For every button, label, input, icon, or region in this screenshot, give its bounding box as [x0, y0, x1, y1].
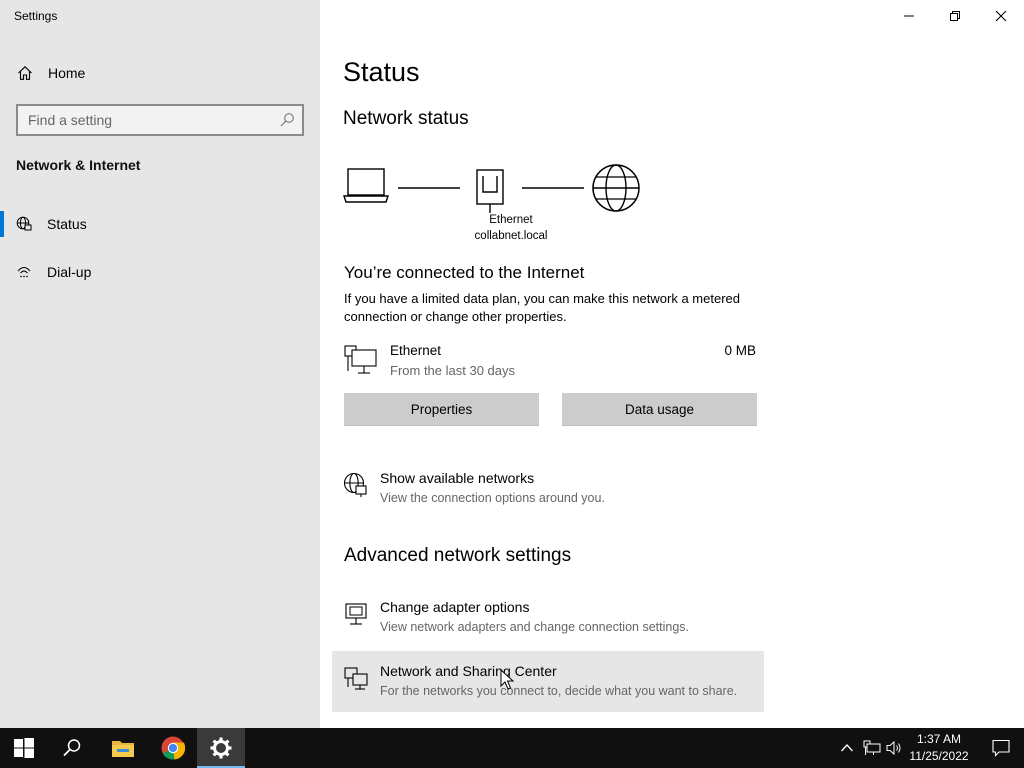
selected-indicator	[0, 211, 4, 237]
settings-gear-icon	[210, 737, 232, 759]
advanced-settings-heading: Advanced network settings	[344, 545, 572, 566]
link-title: Change adapter options	[380, 599, 530, 615]
section-title: Network & Internet	[16, 157, 141, 173]
network-status-heading: Network status	[343, 108, 469, 129]
sidebar-item-status[interactable]: Status	[0, 207, 320, 243]
start-button[interactable]	[0, 728, 48, 768]
dial-up-icon	[17, 267, 31, 278]
adapter-icon	[345, 603, 367, 625]
clock-time: 1:37 AM	[916, 732, 962, 746]
volume-tray-button[interactable]	[884, 728, 904, 768]
speaker-icon	[886, 740, 901, 756]
action-center-button[interactable]	[978, 728, 1024, 768]
chrome-icon	[161, 736, 185, 760]
show-available-networks-link[interactable]: Show available networks View the connect…	[332, 458, 764, 518]
network-diagram: Ethernet collabnet.local	[343, 158, 643, 248]
search-box[interactable]	[16, 104, 304, 136]
link-title: Network and Sharing Center	[380, 663, 557, 679]
network-tray-button[interactable]	[860, 728, 884, 768]
sidebar-item-label: Status	[47, 216, 87, 232]
link-subtitle: View network adapters and change connect…	[380, 620, 689, 634]
ethernet-usage-period: From the last 30 days	[390, 363, 515, 378]
data-usage-value: 0 MB	[724, 343, 756, 358]
clock-date: 11/25/2022	[909, 749, 969, 763]
file-explorer-button[interactable]	[98, 728, 146, 768]
ethernet-adapter-icon	[476, 169, 504, 213]
chrome-button[interactable]	[148, 728, 196, 768]
internet-globe-icon	[592, 164, 640, 212]
link-title: Show available networks	[380, 470, 535, 486]
clock[interactable]: 1:37 AM 11/25/2022	[902, 731, 976, 765]
sidebar-item-label: Dial-up	[47, 264, 92, 280]
data-usage-button[interactable]: Data usage	[562, 393, 757, 425]
search-input[interactable]	[18, 106, 268, 134]
change-adapter-options-link[interactable]: Change adapter options View network adap…	[332, 587, 764, 647]
network-sharing-center-link[interactable]: Network and Sharing Center For the netwo…	[332, 651, 764, 712]
main-content: Status Network status Ethernet collabnet…	[320, 0, 1024, 728]
file-explorer-icon	[112, 741, 134, 757]
domain-label: collabnet.local	[474, 230, 548, 242]
ethernet-name: Ethernet	[390, 343, 442, 358]
app-title: Settings	[14, 9, 58, 23]
sidebar-item-label: Home	[48, 65, 86, 81]
home-icon	[18, 66, 32, 80]
network-tray-icon	[863, 740, 881, 755]
sidebar-item-dial-up[interactable]: Dial-up	[0, 255, 320, 291]
settings-taskbar-button[interactable]	[197, 728, 245, 768]
sidebar-item-home[interactable]: Home	[0, 58, 320, 88]
link-subtitle: For the networks you connect to, decide …	[380, 684, 738, 698]
globe-network-icon	[16, 216, 32, 231]
show-hidden-icons-button[interactable]	[836, 728, 858, 768]
chevron-up-icon	[841, 744, 853, 752]
network-globe-icon	[343, 472, 367, 497]
link-subtitle: View the connection options around you.	[380, 491, 605, 505]
sidebar: Settings Home Network & Internet Status	[0, 0, 320, 728]
search-icon	[63, 739, 81, 757]
page-title: Status	[343, 57, 420, 87]
adapter-label: Ethernet	[489, 214, 533, 226]
sharing-center-icon	[344, 667, 368, 690]
properties-button[interactable]: Properties	[344, 393, 539, 425]
connection-status-title: You’re connected to the Internet	[344, 263, 585, 282]
ethernet-icon	[344, 345, 377, 374]
search-icon[interactable]	[279, 112, 295, 128]
taskbar-search-button[interactable]	[48, 728, 96, 768]
notification-icon	[992, 739, 1010, 757]
laptop-icon	[343, 168, 389, 203]
start-icon	[14, 738, 34, 758]
taskbar: 1:37 AM 11/25/2022	[0, 728, 1024, 768]
connection-description: If you have a limited data plan, you can…	[344, 291, 740, 324]
